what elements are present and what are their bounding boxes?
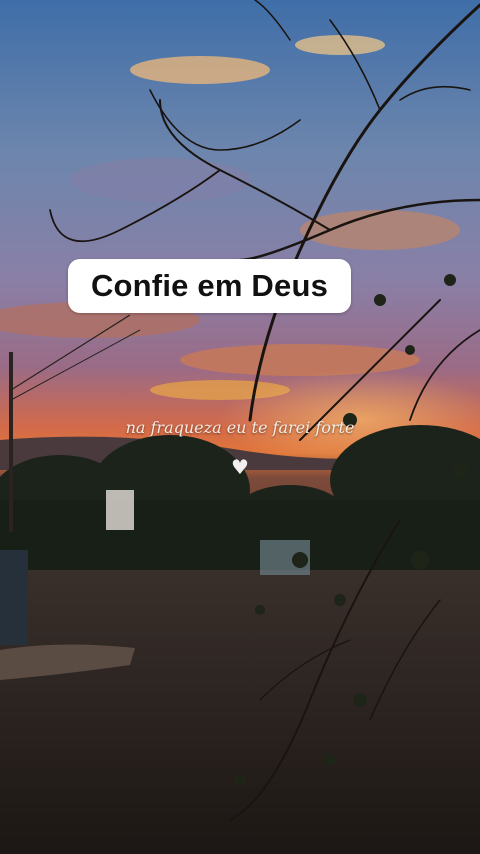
subtitle-text: na fraqueza eu te farei forte: [125, 418, 355, 437]
title-text: Confie em Deus: [90, 268, 329, 303]
title-banner: Confie em Deus: [68, 259, 351, 313]
white-heart-icon: ♥: [231, 455, 249, 479]
